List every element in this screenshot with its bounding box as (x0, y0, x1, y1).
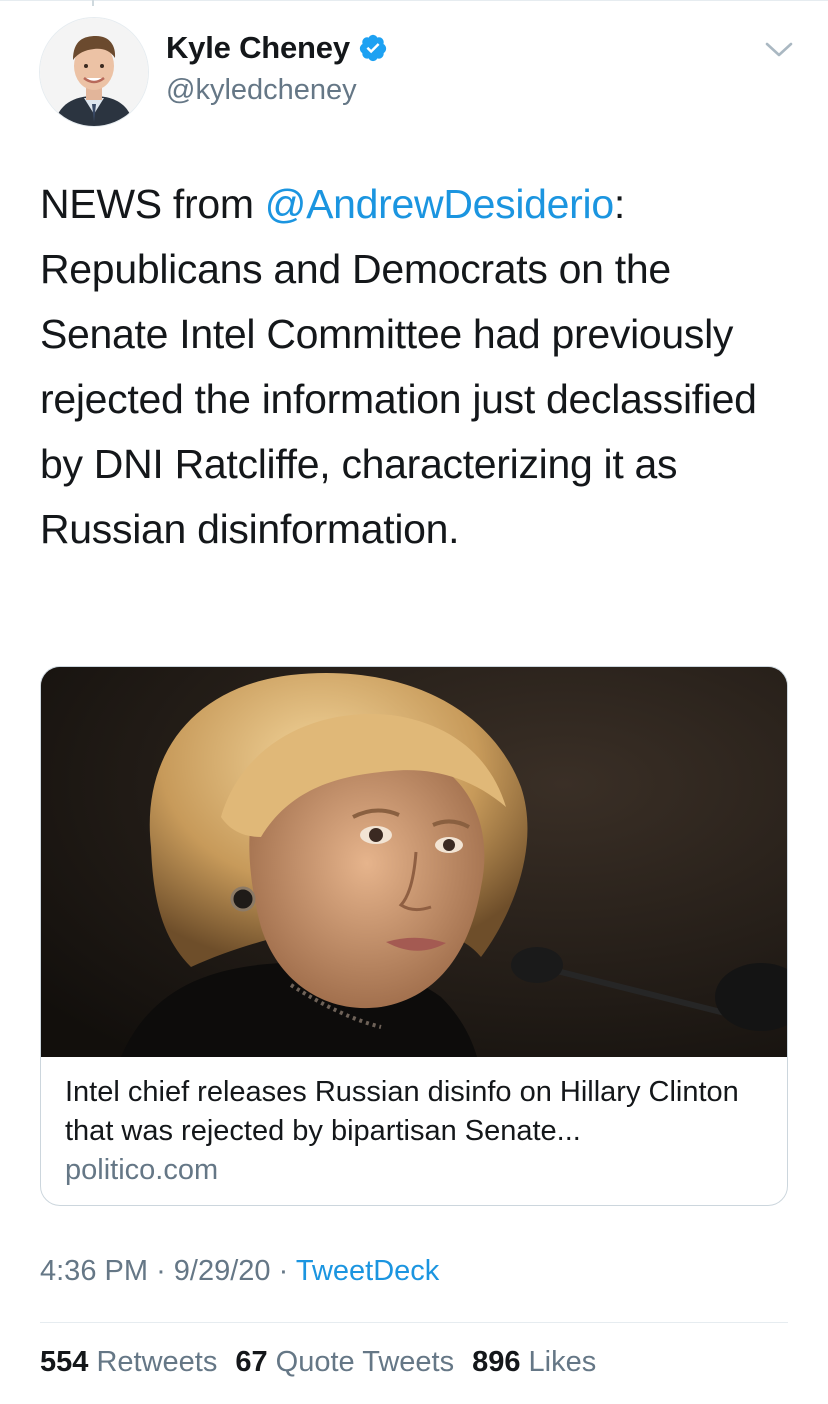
tweet-text-prefix: NEWS from (40, 181, 265, 227)
retweets-count: 554 (40, 1346, 89, 1378)
author-display-name[interactable]: Kyle Cheney (166, 30, 350, 66)
tweet-time[interactable]: 4:36 PM (40, 1255, 148, 1287)
link-card[interactable]: Intel chief releases Russian disinfo on … (40, 666, 788, 1206)
quote-tweets-label: Quote Tweets (275, 1346, 455, 1378)
chevron-down-icon[interactable] (762, 36, 796, 64)
author-name-row[interactable]: Kyle Cheney (166, 30, 388, 66)
link-card-title[interactable]: Intel chief releases Russian disinfo on … (65, 1073, 765, 1151)
link-card-body[interactable]: Intel chief releases Russian disinfo on … (65, 1073, 765, 1190)
retweets-label: Retweets (96, 1346, 218, 1378)
likes-stat[interactable]: 896 Likes (472, 1346, 596, 1379)
avatar[interactable] (40, 18, 148, 126)
top-divider (0, 0, 828, 1)
likes-count: 896 (472, 1346, 521, 1378)
tweet-text-body: : Republicans and Democrats on the Senat… (40, 181, 757, 552)
tweet-date[interactable]: 9/29/20 (174, 1255, 271, 1287)
verified-badge-icon (359, 34, 387, 62)
quote-tweets-count: 67 (235, 1346, 268, 1378)
profile-photo (40, 18, 148, 126)
meta-separator: · (278, 1255, 289, 1287)
link-card-domain: politico.com (65, 1154, 219, 1186)
article-thumbnail (41, 667, 787, 1057)
retweets-stat[interactable]: 554 Retweets (40, 1346, 217, 1379)
author-handle[interactable]: @kyledcheney (166, 74, 357, 107)
mention-link[interactable]: @AndrewDesiderio (265, 181, 614, 227)
likes-label: Likes (528, 1346, 597, 1378)
engagement-stats: 554 Retweets 67 Quote Tweets 896 Likes (40, 1346, 596, 1379)
tweet-text: NEWS from @AndrewDesiderio: Republicans … (40, 172, 800, 562)
quote-tweets-stat[interactable]: 67 Quote Tweets (235, 1346, 454, 1379)
thread-connector (92, 0, 94, 6)
tweet-meta: 4:36 PM · 9/29/20 · TweetDeck (40, 1255, 439, 1288)
meta-separator: · (156, 1255, 166, 1287)
stats-divider (40, 1322, 788, 1323)
tweet-source-link[interactable]: TweetDeck (296, 1255, 439, 1287)
